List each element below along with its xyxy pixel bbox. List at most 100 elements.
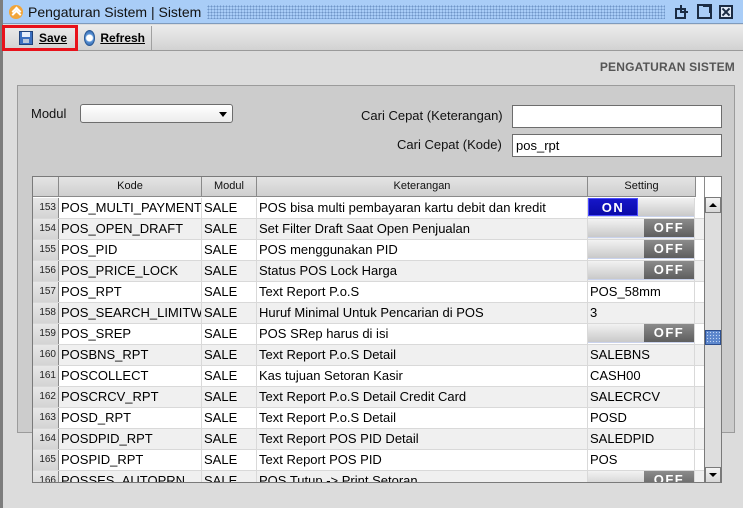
row-number: 156	[33, 261, 59, 281]
cell-setting[interactable]: OFF	[588, 219, 695, 239]
cell-kode[interactable]: POSCRCV_RPT	[59, 387, 202, 407]
cell-kode[interactable]: POS_MULTI_PAYMENT	[59, 198, 202, 218]
header-kode[interactable]: Kode	[59, 177, 202, 197]
table-row[interactable]: 165 POSPID_RPT SALE Text Report POS PID POS	[33, 450, 705, 471]
cell-setting[interactable]: SALEBNS	[588, 345, 695, 365]
toggle-state: OFF	[644, 219, 694, 237]
cell-modul[interactable]: SALE	[202, 219, 257, 239]
cell-keterangan[interactable]: Kas tujuan Setoran Kasir	[257, 366, 588, 386]
close-icon[interactable]	[719, 4, 733, 19]
table-row[interactable]: 164 POSDPID_RPT SALE Text Report POS PID De…	[33, 429, 705, 450]
cell-keterangan[interactable]: Huruf Minimal Untuk Pencarian di POS	[257, 303, 588, 323]
cell-kode[interactable]: POSSES_AUTOPRN	[59, 471, 202, 482]
modul-dropdown[interactable]	[80, 104, 233, 123]
table-row[interactable]: 161 POSCOLLECT SALE Kas tujuan Setoran Kasi…	[33, 366, 705, 387]
cell-kode[interactable]: POSBNS_RPT	[59, 345, 202, 365]
cell-keterangan[interactable]: Text Report P.o.S Detail	[257, 408, 588, 428]
cell-setting[interactable]: POS_58mm	[588, 282, 695, 302]
cell-kode[interactable]: POS_SEARCH_LIMITW	[59, 303, 202, 323]
cell-keterangan[interactable]: POS menggunakan PID	[257, 240, 588, 260]
cell-modul[interactable]: SALE	[202, 282, 257, 302]
header-modul[interactable]: Modul	[202, 177, 257, 197]
refresh-button[interactable]: Refresh	[77, 25, 152, 50]
setting-toggle[interactable]: OFF	[588, 219, 694, 238]
setting-toggle[interactable]: ON	[588, 198, 694, 217]
cell-keterangan[interactable]: POS Tutup -> Print Setoran	[257, 471, 588, 482]
cell-modul[interactable]: SALE	[202, 345, 257, 365]
cell-kode[interactable]: POSDPID_RPT	[59, 429, 202, 449]
setting-toggle[interactable]: OFF	[588, 471, 694, 482]
cell-setting[interactable]: SALECRCV	[588, 387, 695, 407]
cell-keterangan[interactable]: POS SRep harus di isi	[257, 324, 588, 344]
title-bar[interactable]: Pengaturan Sistem | Sistem	[3, 0, 743, 24]
minimize-icon[interactable]	[675, 4, 689, 19]
setting-toggle[interactable]: OFF	[588, 324, 694, 343]
cell-modul[interactable]: SALE	[202, 429, 257, 449]
cell-keterangan[interactable]: Text Report POS PID	[257, 450, 588, 470]
cell-setting[interactable]: OFF	[588, 240, 695, 260]
cell-keterangan[interactable]: Text Report P.o.S Detail	[257, 345, 588, 365]
cell-keterangan[interactable]: Text Report POS PID Detail	[257, 429, 588, 449]
setting-value: POS_58mm	[590, 284, 661, 299]
scroll-thumb[interactable]	[705, 330, 721, 345]
table-row[interactable]: 163 POSD_RPT SALE Text Report P.o.S Detail P…	[33, 408, 705, 429]
toggle-state: OFF	[644, 324, 694, 342]
cell-modul[interactable]: SALE	[202, 261, 257, 281]
cell-kode[interactable]: POSD_RPT	[59, 408, 202, 428]
cell-modul[interactable]: SALE	[202, 198, 257, 218]
cell-keterangan[interactable]: POS bisa multi pembayaran kartu debit da…	[257, 198, 588, 218]
cell-kode[interactable]: POSCOLLECT	[59, 366, 202, 386]
table-corner	[704, 177, 721, 197]
cell-keterangan[interactable]: Text Report P.o.S Detail Credit Card	[257, 387, 588, 407]
save-label: Save	[39, 30, 68, 45]
table-row[interactable]: 160 POSBNS_RPT SALE Text Report P.o.S Detai…	[33, 345, 705, 366]
maximize-icon[interactable]	[697, 3, 712, 19]
cell-kode[interactable]: POS_SREP	[59, 324, 202, 344]
header-setting[interactable]: Setting	[588, 177, 696, 197]
scroll-up-icon[interactable]	[705, 197, 721, 213]
cell-setting[interactable]: CASH00	[588, 366, 695, 386]
cell-kode[interactable]: POS_PRICE_LOCK	[59, 261, 202, 281]
cell-modul[interactable]: SALE	[202, 324, 257, 344]
cell-setting[interactable]: OFF	[588, 324, 695, 344]
cell-setting[interactable]: POS	[588, 450, 695, 470]
table-row[interactable]: 156 POS_PRICE_LOCK SALE Status POS Lock Har…	[33, 261, 705, 282]
setting-toggle[interactable]: OFF	[588, 261, 694, 280]
cell-setting[interactable]: OFF	[588, 471, 695, 482]
settings-window: Pengaturan Sistem | Sistem Save Refresh …	[0, 0, 743, 508]
cell-setting[interactable]: ON	[588, 198, 695, 218]
table-row[interactable]: 162 POSCRCV_RPT SALE Text Report P.o.S Deta…	[33, 387, 705, 408]
table-row[interactable]: 154 POS_OPEN_DRAFT SALE Set Filter Draft Sa…	[33, 219, 705, 240]
cell-kode[interactable]: POS_RPT	[59, 282, 202, 302]
cell-modul[interactable]: SALE	[202, 240, 257, 260]
scroll-down-icon[interactable]	[705, 467, 721, 482]
cell-keterangan[interactable]: Text Report P.o.S	[257, 282, 588, 302]
vertical-scrollbar[interactable]	[704, 197, 721, 482]
cell-setting[interactable]: SALEDPID	[588, 429, 695, 449]
save-button[interactable]: Save	[2, 24, 78, 51]
cari-kode-input[interactable]	[512, 134, 722, 157]
table-row[interactable]: 159 POS_SREP SALE POS SRep harus di isi OFF	[33, 324, 705, 345]
cell-keterangan[interactable]: Set Filter Draft Saat Open Penjualan	[257, 219, 588, 239]
cell-modul[interactable]: SALE	[202, 408, 257, 428]
setting-toggle[interactable]: OFF	[588, 240, 694, 259]
cell-modul[interactable]: SALE	[202, 387, 257, 407]
cell-modul[interactable]: SALE	[202, 303, 257, 323]
cell-kode[interactable]: POS_PID	[59, 240, 202, 260]
table-row[interactable]: 153 POS_MULTI_PAYMENT SALE POS bisa multi p…	[33, 198, 705, 219]
table-row[interactable]: 155 POS_PID SALE POS menggunakan PID OFF	[33, 240, 705, 261]
table-row[interactable]: 166 POSSES_AUTOPRN SALE POS Tutup -> Print …	[33, 471, 705, 482]
cell-modul[interactable]: SALE	[202, 366, 257, 386]
cell-setting[interactable]: 3	[588, 303, 695, 323]
table-row[interactable]: 158 POS_SEARCH_LIMITW SALE Huruf Minimal Un…	[33, 303, 705, 324]
cari-keterangan-input[interactable]	[512, 105, 722, 128]
cell-keterangan[interactable]: Status POS Lock Harga	[257, 261, 588, 281]
cell-setting[interactable]: POSD	[588, 408, 695, 428]
cell-kode[interactable]: POS_OPEN_DRAFT	[59, 219, 202, 239]
cell-kode[interactable]: POSPID_RPT	[59, 450, 202, 470]
header-keterangan[interactable]: Keterangan	[257, 177, 588, 197]
cell-modul[interactable]: SALE	[202, 471, 257, 482]
cell-modul[interactable]: SALE	[202, 450, 257, 470]
cell-setting[interactable]: OFF	[588, 261, 695, 281]
table-row[interactable]: 157 POS_RPT SALE Text Report P.o.S POS_58mm	[33, 282, 705, 303]
